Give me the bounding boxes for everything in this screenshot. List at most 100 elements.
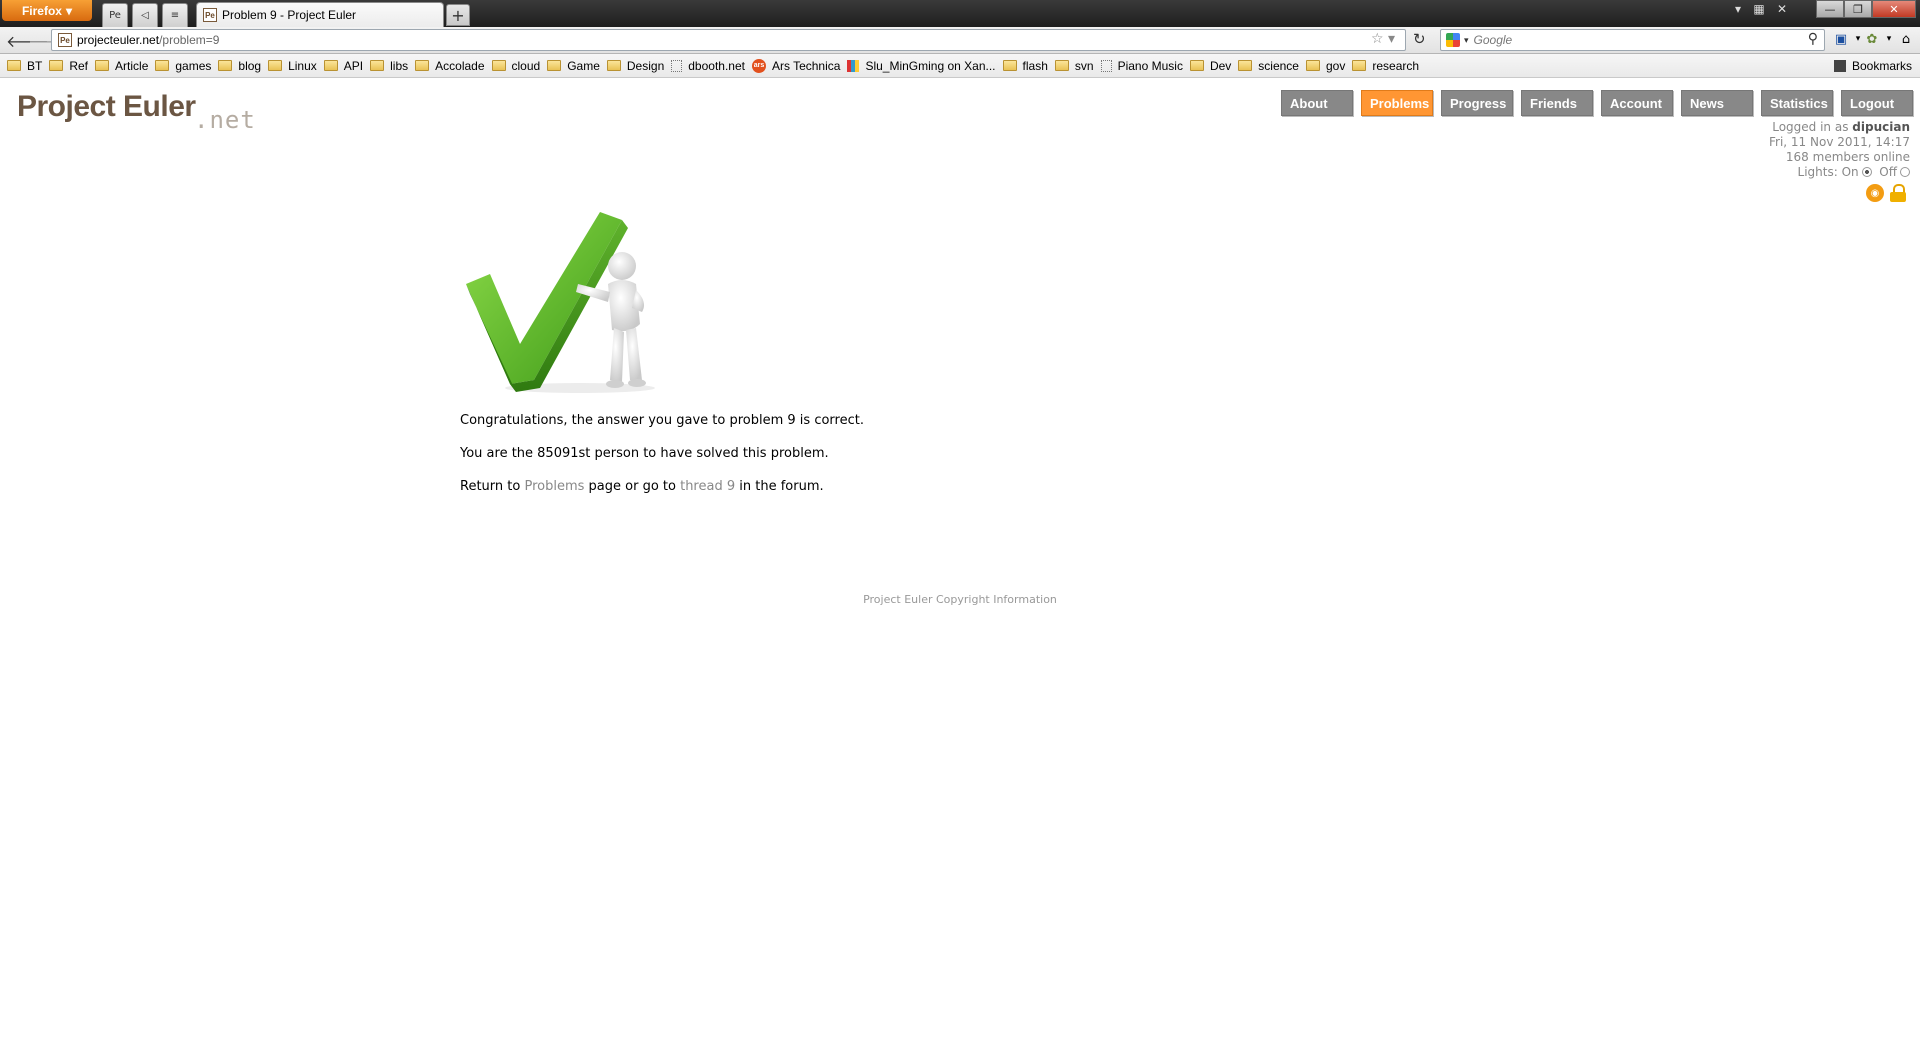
bookmarks-toolbar: BT Ref Article games blog Linux API libs… [0, 54, 1920, 78]
url-host: projecteuler.net [77, 33, 160, 47]
close-tab-icon[interactable]: ✕ [1774, 0, 1790, 18]
bookmark-game[interactable]: Game [547, 59, 600, 73]
addon-dropdown-icon[interactable]: ▾ [1881, 31, 1897, 47]
site-logo[interactable]: Project Euler .net [17, 90, 277, 138]
bookmarks-icon [1833, 60, 1846, 72]
current-datetime: Fri, 11 Nov 2011, 14:17 [1769, 135, 1910, 149]
tab-title: Problem 9 - Project Euler [222, 8, 357, 22]
site-icon [847, 59, 860, 72]
lights-on-radio[interactable] [1861, 167, 1872, 177]
bookmark-blog[interactable]: blog [218, 59, 261, 73]
logo-text: Project Euler [17, 90, 196, 123]
browser-tab-strip: Firefox ▾ Pe ◁ ≡ Pe Problem 9 - Project E… [0, 0, 1920, 27]
folder-icon [49, 60, 64, 71]
bookmark-piano-music[interactable]: Piano Music [1100, 59, 1183, 73]
bookmark-science[interactable]: science [1238, 59, 1299, 73]
bookmark-games[interactable]: games [155, 59, 211, 73]
folder-icon [268, 60, 283, 71]
nav-account[interactable]: Account [1601, 90, 1673, 116]
pe-favicon-icon: Pe [109, 10, 121, 21]
lock-icon[interactable] [1890, 184, 1906, 202]
close-window-button[interactable]: ✕ [1872, 0, 1916, 18]
search-icon[interactable]: ⚲ [1808, 31, 1818, 47]
ars-technica-icon: ars [751, 58, 766, 73]
tab-problem-9[interactable]: Pe Problem 9 - Project Euler [196, 2, 444, 27]
bookmark-label: blog [238, 58, 262, 73]
bookmark-label: API [343, 58, 364, 73]
nav-logout[interactable]: Logout [1841, 90, 1913, 116]
bookmark-label: Slu_MinGming on Xan... [865, 58, 996, 73]
logged-in-line: Logged in as dipucian [1769, 120, 1910, 135]
folder-icon [323, 60, 338, 71]
pinned-tab-project-euler[interactable]: Pe [102, 3, 128, 27]
bookmark-article[interactable]: Article [95, 59, 148, 73]
nav-news[interactable]: News [1681, 90, 1753, 116]
bookmark-api[interactable]: API [323, 58, 364, 73]
username: dipucian [1852, 120, 1910, 134]
lights-toggle: Lights: On Off [1769, 165, 1910, 180]
home-icon[interactable]: ⌂ [1898, 31, 1914, 47]
tab-list-icon[interactable]: ▾ [1730, 0, 1746, 18]
bookmark-label: Game [567, 58, 600, 73]
reload-icon[interactable]: ↻ [1413, 30, 1426, 48]
bookmark-libs[interactable]: libs [370, 59, 408, 73]
nav-statistics[interactable]: Statistics [1761, 90, 1833, 116]
nav-about[interactable]: About [1281, 90, 1353, 116]
bookmark-label: Ars Technica [771, 58, 841, 73]
folder-icon [1054, 60, 1069, 71]
bookmark-star-icon[interactable]: ☆ ▾ [1371, 31, 1395, 47]
nav-friends[interactable]: Friends [1521, 90, 1593, 116]
folder-icon [1305, 60, 1320, 71]
firefox-menu-button[interactable]: Firefox ▾ [2, 0, 92, 21]
url-bar[interactable]: Pe projecteuler.net/problem=9 ☆ ▾ [51, 29, 1406, 51]
bookmark-accolade[interactable]: Accolade [415, 59, 485, 73]
minimize-button[interactable]: — [1816, 0, 1844, 18]
bookmark-label: science [1258, 58, 1299, 73]
problems-link[interactable]: Problems [524, 479, 584, 494]
rss-feed-icon[interactable]: ◉ [1866, 184, 1884, 202]
folder-icon [155, 60, 170, 71]
bookmark-gov[interactable]: gov [1305, 58, 1346, 73]
bookmark-linux[interactable]: Linux [268, 59, 317, 73]
pe-favicon-icon: Pe [203, 8, 217, 22]
tab-groups-icon[interactable]: ▦ [1750, 0, 1768, 18]
bookmark-ref[interactable]: Ref [49, 59, 88, 73]
maximize-button[interactable]: ❐ [1844, 0, 1872, 18]
lights-off-radio[interactable] [1900, 167, 1910, 177]
nav-problems[interactable]: Problems [1361, 90, 1433, 116]
pinned-tab-3[interactable]: ≡ [162, 3, 188, 27]
bookmark-flash[interactable]: flash [1002, 59, 1048, 73]
bookmarks-menu-button[interactable]: Bookmarks [1833, 59, 1912, 73]
copyright-link[interactable]: Project Euler Copyright Information [0, 593, 1920, 606]
engine-dropdown-icon[interactable]: ▾ [1464, 35, 1469, 46]
addon-icon[interactable]: ✿ [1864, 31, 1880, 47]
thread-link[interactable]: thread 9 [680, 479, 735, 494]
bookmark-label: Design [626, 58, 665, 73]
nav-progress[interactable]: Progress [1441, 90, 1513, 116]
bookmark-slu-mingming[interactable]: Slu_MinGming on Xan... [847, 58, 996, 73]
save-icon[interactable]: ▣ [1833, 31, 1849, 47]
back-arrow-icon: ◁ [141, 10, 149, 21]
site-identity-icon[interactable]: Pe [58, 33, 72, 47]
firefox-menu-label: Firefox [21, 3, 62, 18]
google-engine-icon[interactable] [1446, 33, 1460, 47]
folder-icon [95, 60, 110, 71]
bookmark-bt[interactable]: BT [7, 59, 42, 73]
bookmark-label: Ref [69, 58, 89, 73]
new-tab-button[interactable]: + [446, 4, 470, 26]
bookmark-design[interactable]: Design [606, 58, 665, 73]
search-bar[interactable]: ▾ Google ⚲ [1440, 29, 1825, 51]
bookmark-dev[interactable]: Dev [1189, 59, 1231, 73]
bookmark-label: gov [1325, 58, 1346, 73]
bookmark-dbooth[interactable]: dbooth.net [671, 59, 745, 73]
pinned-tab-2[interactable]: ◁ [132, 3, 158, 27]
folder-icon [218, 60, 233, 71]
folder-icon [1189, 60, 1204, 71]
bookmark-label: cloud [511, 58, 541, 73]
members-online: 168 members online [1785, 150, 1910, 164]
bookmark-cloud[interactable]: cloud [491, 58, 541, 73]
bookmark-svn[interactable]: svn [1054, 59, 1094, 73]
bookmarks-menu-label: Bookmarks [1851, 59, 1912, 73]
bookmark-research[interactable]: research [1352, 59, 1419, 73]
bookmark-ars-technica[interactable]: ars Ars Technica [751, 58, 841, 73]
